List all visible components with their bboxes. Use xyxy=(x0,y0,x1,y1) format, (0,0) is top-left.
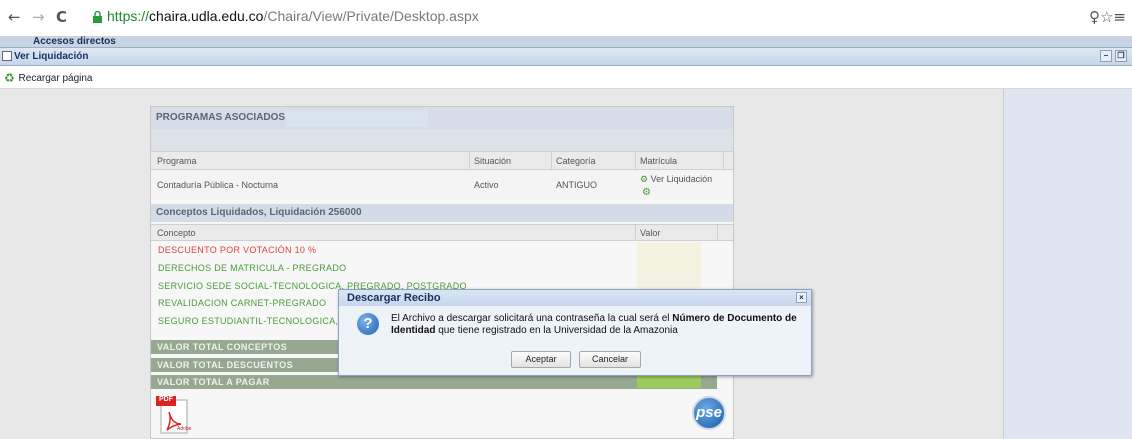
col-matricula: Matrícula xyxy=(640,156,678,166)
browser-menu-icons[interactable]: ♀☆≡ xyxy=(1089,8,1126,26)
restore-icon[interactable]: ❐ xyxy=(1115,50,1127,62)
dialog-message-text: que tiene registrado en la Universidad d… xyxy=(435,325,678,336)
col-divider xyxy=(551,152,552,169)
ver-liquidacion-label: Ver Liquidación xyxy=(650,174,713,184)
pdf-label: PDF xyxy=(159,396,173,403)
programa-cell: Contaduría Pública - Nocturna xyxy=(157,180,279,190)
student-name-field xyxy=(285,110,428,127)
programs-grid-header: Programa Situación Categoría Matrícula xyxy=(151,151,733,170)
address-bar[interactable]: https://chaira.udla.edu.co/Chaira/View/P… xyxy=(107,8,479,24)
col-situacion: Situación xyxy=(474,156,512,166)
col-categoria: Categoría xyxy=(556,156,596,166)
accesos-label: Accesos directos xyxy=(33,36,116,47)
ver-liquidacion-link[interactable]: ⚙ Ver Liquidación xyxy=(640,174,712,185)
window-titlebar: Ver Liquidación – ❐ xyxy=(0,47,1132,66)
close-icon[interactable]: × xyxy=(796,292,807,303)
lock-icon xyxy=(93,11,102,23)
minimize-icon[interactable]: – xyxy=(1100,50,1112,62)
pse-payment-button[interactable]: pse xyxy=(692,396,726,430)
total-label: VALOR TOTAL DESCUENTOS xyxy=(157,360,293,370)
col-divider xyxy=(635,152,636,169)
col-divider xyxy=(635,225,636,240)
right-side-panel xyxy=(1003,89,1132,439)
browser-toolbar: ← → C https://chaira.udla.edu.co/Chaira/… xyxy=(0,0,1132,36)
question-icon: ? xyxy=(357,313,379,335)
adobe-label: Adobe xyxy=(177,426,192,432)
back-arrow-icon[interactable]: ← xyxy=(8,8,21,26)
concept-item: SEGURO ESTUDIANTIL-TECNOLOGICA, P xyxy=(158,316,348,326)
gear-icon: ⚙ xyxy=(642,187,651,198)
recycle-icon: ♻ xyxy=(4,71,15,85)
dialog-message-text: El Archivo a descargar solicitará una co… xyxy=(391,313,673,324)
url-host: chaira.udla.edu.co xyxy=(149,8,264,24)
download-receipt-dialog: Descargar Recibo × ? El Archivo a descar… xyxy=(338,289,812,376)
forward-arrow-icon[interactable]: → xyxy=(32,8,45,26)
dialog-title: Descargar Recibo xyxy=(347,292,441,304)
col-divider xyxy=(717,225,718,240)
gear-icon: ⚙ xyxy=(640,174,649,184)
window-title: Ver Liquidación xyxy=(14,51,89,62)
url-scheme: https:// xyxy=(107,8,150,24)
col-divider xyxy=(469,152,470,169)
reload-icon[interactable]: C xyxy=(56,8,67,26)
total-label: VALOR TOTAL CONCEPTOS xyxy=(157,342,288,352)
pse-label: pse xyxy=(696,404,722,421)
concepts-grid-header: Concepto Valor xyxy=(151,224,733,241)
col-concepto: Concepto xyxy=(157,228,196,238)
accept-button[interactable]: Aceptar xyxy=(511,351,571,368)
concept-item: DERECHOS DE MATRICULA - PREGRADO xyxy=(158,263,347,273)
liquidacion-panel: PROGRAMAS ASOCIADOS A Programa Situación… xyxy=(150,106,734,439)
dialog-message: El Archivo a descargar solicitará una co… xyxy=(391,313,807,337)
col-valor: Valor xyxy=(640,228,661,238)
reload-page-button[interactable]: ♻ Recargar página xyxy=(4,71,93,85)
reload-page-label: Recargar página xyxy=(18,73,93,84)
pdf-download-button[interactable]: PDF Adobe xyxy=(155,394,193,436)
table-row: Contaduría Pública - Nocturna Activo ANT… xyxy=(151,170,733,200)
reload-toolbar: ♻ Recargar página xyxy=(0,67,1132,89)
concepts-header: Conceptos Liquidados, Liquidación 256000 xyxy=(151,204,733,222)
total-pagar-value-box xyxy=(637,376,701,388)
concept-item: REVALIDACION CARNET-PREGRADO xyxy=(158,298,327,308)
programs-header-label: PROGRAMAS ASOCIADOS A xyxy=(156,112,295,123)
total-row: VALOR TOTAL A PAGAR xyxy=(151,375,717,389)
window-icon xyxy=(2,51,12,61)
categoria-cell: ANTIGUO xyxy=(556,180,598,190)
programs-spacer xyxy=(151,129,733,151)
cancel-button[interactable]: Cancelar xyxy=(579,351,641,368)
col-divider xyxy=(723,152,724,169)
situacion-cell: Activo xyxy=(474,180,499,190)
url-path: /Chaira/View/Private/Desktop.aspx xyxy=(263,8,479,24)
accesos-directos-bar[interactable]: Accesos directos xyxy=(0,36,1132,47)
col-programa: Programa xyxy=(157,156,197,166)
total-label: VALOR TOTAL A PAGAR xyxy=(157,377,270,387)
concepts-header-label: Conceptos Liquidados, Liquidación 256000 xyxy=(156,207,362,218)
programs-header: PROGRAMAS ASOCIADOS A xyxy=(151,107,733,129)
dialog-titlebar: Descargar Recibo × xyxy=(339,290,811,306)
concept-item: DESCUENTO POR VOTACIÓN 10 % xyxy=(158,245,317,255)
